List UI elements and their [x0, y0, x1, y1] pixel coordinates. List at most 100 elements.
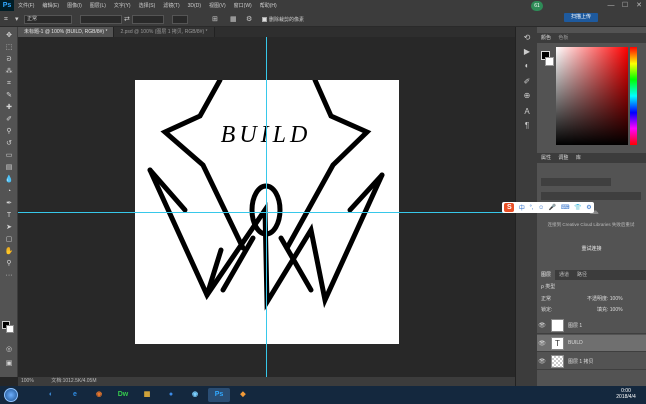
chevron-down-icon[interactable]: ▾: [15, 15, 19, 24]
tab-untitled-1[interactable]: 未标题-1 @ 100% (BUILD, RGB/8#) *: [18, 27, 115, 37]
height-field[interactable]: [132, 15, 164, 24]
library-select[interactable]: [541, 178, 611, 186]
screen-mode-icon[interactable]: ▣: [3, 359, 15, 368]
crop-tool-icon[interactable]: ⌗: [4, 15, 8, 24]
background-color[interactable]: [545, 57, 554, 66]
quick-select-tool-icon[interactable]: ⁂: [3, 67, 15, 76]
layer-row[interactable]: 👁 T BUILD: [537, 335, 646, 352]
ime-toolbar[interactable]: S 中 °, ☺ 🎤 ⌨ 👕 ⚙: [502, 202, 594, 213]
taskbar-app-icon[interactable]: ◐: [40, 388, 62, 402]
layer-row[interactable]: 👁 图层 1: [537, 317, 646, 334]
type-tool-icon[interactable]: T: [3, 211, 15, 220]
width-field[interactable]: [80, 15, 122, 24]
tab-paths[interactable]: 路径: [573, 270, 591, 280]
menu-layer[interactable]: 图层(L): [86, 2, 110, 9]
notification-badge[interactable]: 61: [531, 1, 543, 11]
paragraph-icon[interactable]: ¶: [522, 121, 532, 131]
tab-adjustments[interactable]: 调整: [558, 155, 568, 161]
punctuation-icon[interactable]: °,: [529, 205, 533, 211]
menu-image[interactable]: 图像(I): [63, 2, 86, 9]
menu-filter[interactable]: 滤镜(T): [159, 2, 183, 9]
more-tools-icon[interactable]: ···: [3, 271, 15, 280]
adjust-icon[interactable]: ◐: [522, 61, 532, 71]
visibility-eye-icon[interactable]: 👁: [537, 340, 547, 347]
share-button[interactable]: 扫描上传: [564, 13, 598, 22]
path-select-tool-icon[interactable]: ➤: [3, 223, 15, 232]
healing-tool-icon[interactable]: ✚: [3, 103, 15, 112]
maximize-button[interactable]: ☐: [618, 0, 632, 11]
taskbar-app-icon[interactable]: ◉: [88, 388, 110, 402]
chinese-mode-icon[interactable]: 中: [519, 203, 525, 212]
taskbar-app-icon[interactable]: Ps: [208, 388, 230, 402]
menu-select[interactable]: 选择(S): [135, 2, 160, 9]
sogou-logo[interactable]: S: [504, 203, 515, 212]
document-info[interactable]: 文档:1012.5K/4.05M: [51, 378, 96, 384]
actions-icon[interactable]: ▶: [522, 47, 532, 57]
emoji-icon[interactable]: ☺: [538, 205, 544, 211]
menu-view[interactable]: 视图(V): [205, 2, 230, 9]
straighten-icon[interactable]: ⊞: [212, 15, 218, 24]
eyedropper-tool-icon[interactable]: ✎: [3, 91, 15, 100]
skin-icon[interactable]: 👕: [574, 204, 581, 211]
checkbox-icon[interactable]: [262, 17, 267, 23]
menu-type[interactable]: 文字(Y): [110, 2, 135, 9]
move-tool-icon[interactable]: ✥: [3, 31, 15, 40]
lasso-tool-icon[interactable]: ᘐ: [3, 55, 15, 64]
history-icon[interactable]: ⟲: [522, 33, 532, 43]
mode-select[interactable]: 正常: [24, 15, 72, 24]
retry-link[interactable]: 重试连接: [537, 245, 646, 252]
minimize-button[interactable]: —: [604, 0, 618, 11]
tab-channels[interactable]: 通道: [555, 270, 573, 280]
pen-tool-icon[interactable]: ✒: [3, 199, 15, 208]
system-clock[interactable]: 0:00 2018/4/4: [608, 388, 644, 400]
menu-3d[interactable]: 3D(D): [184, 3, 205, 9]
menu-edit[interactable]: 编辑(E): [38, 2, 63, 9]
taskbar-app-icon[interactable]: ◉: [184, 388, 206, 402]
menu-window[interactable]: 窗口(W): [230, 2, 256, 9]
tab-properties[interactable]: 属性: [541, 155, 551, 161]
tab-layers[interactable]: 图层: [537, 270, 556, 280]
tab-swatches[interactable]: 色板: [558, 35, 568, 41]
canvas-workspace[interactable]: BUILD: [18, 37, 515, 377]
color-field[interactable]: [556, 47, 628, 145]
zoom-tool-icon[interactable]: ⚲: [3, 259, 15, 268]
clone-source-icon[interactable]: ⊕: [522, 91, 532, 101]
dodge-tool-icon[interactable]: ◔: [3, 187, 15, 196]
tab-libraries[interactable]: 库: [576, 155, 581, 161]
marquee-tool-icon[interactable]: ⬚: [3, 43, 15, 52]
layer-filter[interactable]: ρ 类型: [541, 283, 555, 291]
blend-mode-select[interactable]: 正常: [541, 295, 551, 303]
taskbar-app-icon[interactable]: ▦: [136, 388, 158, 402]
gear-icon[interactable]: ⚙: [246, 15, 252, 24]
history-brush-icon[interactable]: ↺: [3, 139, 15, 148]
grid-icon[interactable]: ▦: [230, 15, 237, 24]
swap-icon[interactable]: ⇄: [124, 15, 130, 24]
blur-tool-icon[interactable]: 💧: [3, 175, 15, 184]
hand-tool-icon[interactable]: ✋: [3, 247, 15, 256]
visibility-eye-icon[interactable]: 👁: [537, 322, 547, 329]
vertical-guide[interactable]: [266, 37, 267, 377]
layer-name[interactable]: 图层 1: [568, 322, 582, 329]
taskbar-app-icon[interactable]: Dw: [112, 388, 134, 402]
tab-2-psd[interactable]: 2.psd @ 100% (图层 1 拷贝, RGB/8#) *: [114, 27, 215, 37]
eraser-tool-icon[interactable]: ▭: [3, 151, 15, 160]
menu-help[interactable]: 帮助(H): [256, 2, 281, 9]
delete-cropped-checkbox[interactable]: 删除裁剪的像素: [262, 16, 304, 23]
taskbar-app-icon[interactable]: e: [64, 388, 86, 402]
horizontal-guide[interactable]: [18, 212, 515, 213]
background-color-swatch[interactable]: [6, 325, 14, 333]
zoom-level[interactable]: 100%: [21, 378, 34, 384]
layer-opacity[interactable]: 不透明度: 100%: [587, 295, 623, 303]
keyboard-icon[interactable]: ⌨: [561, 204, 570, 211]
taskbar-app-icon[interactable]: ●: [160, 388, 182, 402]
brush-preset-icon[interactable]: ✐: [522, 77, 532, 87]
hue-slider[interactable]: [630, 47, 637, 145]
microphone-icon[interactable]: 🎤: [549, 204, 556, 211]
brush-tool-icon[interactable]: ✐: [3, 115, 15, 124]
shape-tool-icon[interactable]: ▢: [3, 235, 15, 244]
visibility-eye-icon[interactable]: 👁: [537, 358, 547, 365]
menu-file[interactable]: 文件(F): [14, 2, 38, 9]
quick-mask-icon[interactable]: ◎: [3, 345, 15, 354]
gradient-tool-icon[interactable]: ▤: [3, 163, 15, 172]
layer-row[interactable]: 👁 图层 1 拷贝: [537, 353, 646, 370]
